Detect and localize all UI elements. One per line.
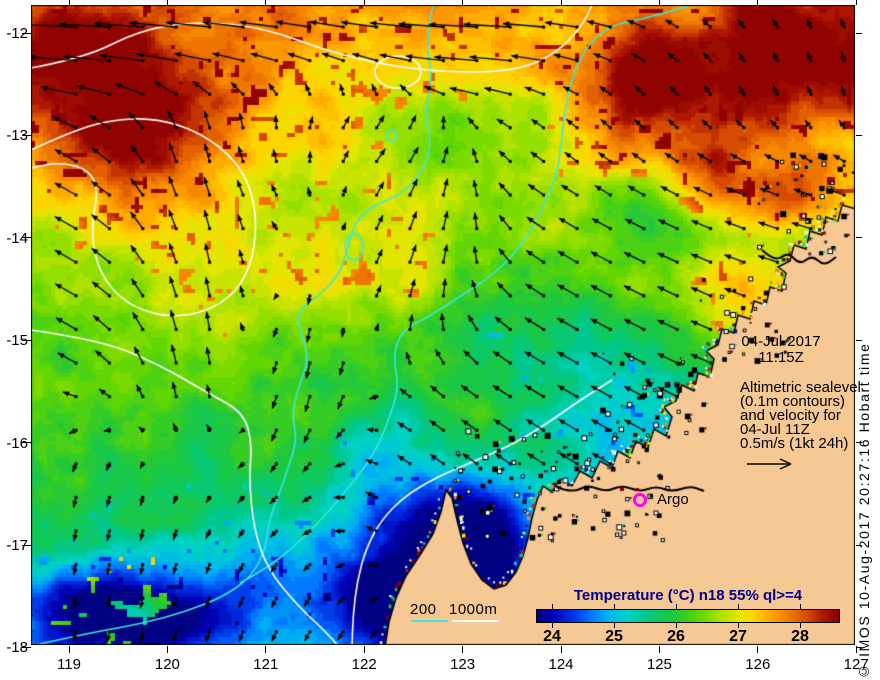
colorbar-tick — [737, 604, 739, 609]
x-axis-top-tick — [68, 0, 70, 5]
y-axis-right-tick — [856, 32, 862, 34]
x-axis-label: 120 — [154, 656, 180, 673]
colorbar-title: Temperature (°C) n18 55% ql>=4 — [573, 587, 803, 604]
argo-label: Argo — [657, 491, 689, 508]
x-axis-tick — [462, 646, 464, 653]
x-axis-tick — [166, 646, 168, 653]
sst-velocity-map-canvas — [31, 5, 855, 645]
copyright-text: © IMOS 10-Aug-2017 20:27:16 Hobart time — [856, 342, 872, 680]
isobath-1000-line-icon — [452, 620, 499, 622]
velocity-scale-arrow-icon — [747, 458, 792, 470]
colorbar-tick-label: 24 — [543, 628, 561, 645]
y-axis-label: -18 — [6, 639, 28, 657]
isobath-200-line-icon — [411, 620, 448, 622]
x-axis-top-tick — [658, 0, 660, 5]
x-axis-label: 122 — [351, 656, 377, 673]
colorbar-tick-label: 26 — [667, 628, 685, 645]
y-axis-label: -15 — [6, 332, 28, 350]
sst-velocity-figure: 119 120 121 122 123 124 125 126 127 -12 -13 -14 -15-… — [0, 0, 880, 680]
colorbar-tick — [551, 604, 553, 609]
y-axis-label: -12 — [6, 25, 28, 42]
x-axis-tick — [757, 646, 759, 653]
x-axis-top-tick — [757, 0, 759, 5]
date-label: 04-Jul-2017 — [741, 333, 821, 350]
colorbar-tick — [613, 604, 615, 609]
x-axis-tick — [68, 646, 70, 653]
colorbar-tick — [799, 604, 801, 609]
y-axis-label: -13 — [6, 127, 28, 145]
y-axis-label: -16 — [6, 434, 28, 452]
x-axis-tick — [560, 646, 562, 653]
colorbar — [536, 609, 840, 623]
argo-float-marker-icon — [633, 493, 647, 507]
isobath-200-label: 200 — [410, 601, 437, 618]
x-axis-top-tick — [462, 0, 464, 5]
colorbar-tick-label: 28 — [791, 628, 809, 645]
isobath-1000-label: 1000m — [449, 601, 498, 618]
x-axis-label: 126 — [745, 656, 771, 673]
y-axis-label: -17 — [6, 537, 28, 554]
x-axis-tick — [265, 646, 267, 653]
x-axis-tick — [658, 646, 660, 653]
x-axis-top-tick — [166, 0, 168, 5]
time-label: 11:15Z — [758, 349, 804, 366]
y-axis-label: -14 — [6, 229, 28, 247]
colorbar-tick-label: 27 — [729, 628, 747, 645]
x-axis-label: 124 — [548, 656, 574, 673]
x-axis-label: 121 — [253, 656, 279, 673]
x-axis-label: 119 — [57, 656, 81, 673]
colorbar-tick — [675, 604, 677, 609]
x-axis-top-tick — [265, 0, 267, 5]
x-axis-top-tick — [560, 0, 562, 5]
x-axis-top-tick — [855, 0, 857, 5]
x-axis-label: 123 — [450, 656, 476, 673]
legend-line: 0.5m/s (1kt 24h) — [740, 435, 849, 452]
x-axis-top-tick — [363, 0, 365, 5]
x-axis-label: 125 — [646, 656, 672, 673]
colorbar-tick-label: 25 — [605, 628, 623, 645]
y-axis-right-tick — [856, 134, 862, 136]
x-axis-tick — [363, 646, 365, 653]
